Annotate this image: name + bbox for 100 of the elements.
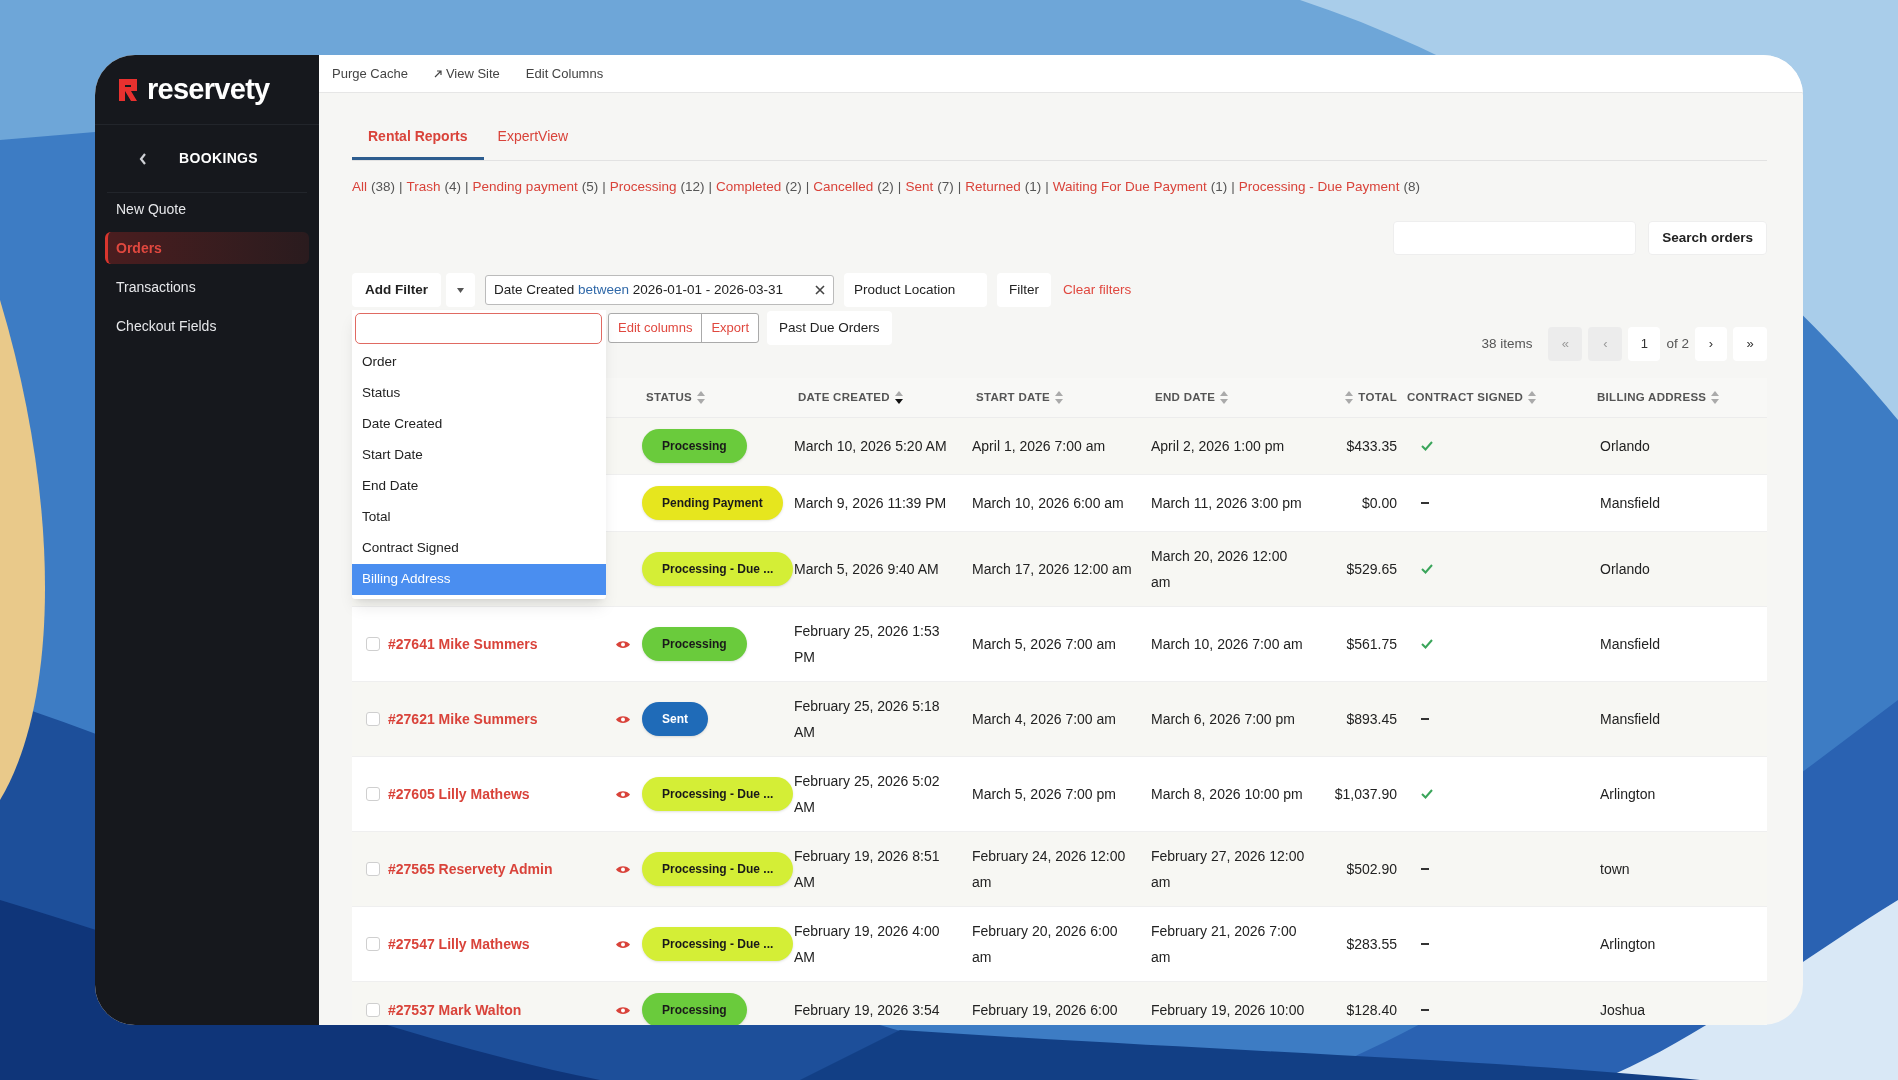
status-filter-link[interactable]: All xyxy=(352,179,367,194)
status-badge: Processing xyxy=(642,429,747,463)
table-cell: February 27, 2026 12:00 am xyxy=(1151,848,1305,890)
last-page-button[interactable]: » xyxy=(1733,327,1767,361)
table-cell: Mansfield xyxy=(1600,636,1660,652)
dropdown-item[interactable]: Start Date xyxy=(352,440,606,471)
table-cell: Arlington xyxy=(1600,936,1656,952)
status-badge: Processing xyxy=(642,993,747,1025)
page-number-field[interactable]: 1 xyxy=(1628,327,1661,361)
dropdown-item[interactable]: Total xyxy=(352,502,606,533)
page-total: of 2 xyxy=(1666,334,1689,353)
eye-icon[interactable] xyxy=(615,639,630,649)
status-count: (4) xyxy=(444,179,462,194)
eye-icon[interactable] xyxy=(615,939,630,949)
row-checkbox[interactable] xyxy=(366,712,380,726)
dropdown-toggle[interactable] xyxy=(446,273,475,307)
table-cell: $0.00 xyxy=(1361,495,1397,511)
table-cell: February 19, 2026 8:51 AM xyxy=(794,848,940,890)
order-link[interactable]: #27605 Lilly Mathews xyxy=(388,781,530,807)
table-cell: February 21, 2026 7:00 am xyxy=(1151,923,1297,965)
table-cell: February 25, 2026 5:18 AM xyxy=(794,698,940,740)
status-filter-link[interactable]: Completed xyxy=(716,179,782,194)
status-filter-link[interactable]: Returned xyxy=(965,179,1021,194)
order-link[interactable]: #27537 Mark Walton xyxy=(388,997,522,1023)
tab[interactable]: ExpertView xyxy=(495,115,571,160)
status-badge: Processing - Due ... xyxy=(642,552,794,586)
clear-filters-link[interactable]: Clear filters xyxy=(1063,279,1132,301)
sidebar-item[interactable]: Orders xyxy=(105,232,309,264)
dropdown-item[interactable]: Order xyxy=(352,347,606,378)
next-page-button[interactable]: › xyxy=(1695,327,1727,361)
dropdown-item[interactable]: Date Created xyxy=(352,409,606,440)
eye-icon[interactable] xyxy=(615,1005,630,1015)
close-icon[interactable] xyxy=(815,285,825,295)
table-cell: Arlington xyxy=(1600,786,1656,802)
search-button[interactable]: Search orders xyxy=(1648,221,1767,255)
table-cell: March 11, 2026 3:00 pm xyxy=(1151,495,1302,511)
separator: | xyxy=(399,179,403,194)
table-cell: $502.90 xyxy=(1346,861,1397,877)
action-button[interactable]: Past Due Orders xyxy=(767,311,892,345)
status-filter-link[interactable]: Sent xyxy=(905,179,934,194)
tab[interactable]: Rental Reports xyxy=(352,115,484,160)
table-cell: February 25, 2026 5:02 AM xyxy=(794,773,940,815)
row-checkbox[interactable] xyxy=(366,862,380,876)
sidebar-item[interactable]: Checkout Fields xyxy=(105,310,309,342)
column-header[interactable]: DATE CREATED xyxy=(798,388,890,407)
row-checkbox[interactable] xyxy=(366,637,380,651)
eye-icon[interactable] xyxy=(615,789,630,799)
toolbar-link[interactable]: View Site xyxy=(433,63,500,84)
status-count: (5) xyxy=(581,179,599,194)
status-filter-link[interactable]: Trash xyxy=(406,179,441,194)
table-cell: March 9, 2026 11:39 PM xyxy=(794,495,947,511)
column-header[interactable]: STATUS xyxy=(646,388,693,407)
back-icon[interactable] xyxy=(139,152,147,165)
status-filter-link[interactable]: Pending payment xyxy=(472,179,578,194)
column-header[interactable]: BILLING ADDRESS xyxy=(1597,388,1707,407)
column-header[interactable]: END DATE xyxy=(1155,388,1216,407)
sidebar-item[interactable]: New Quote xyxy=(105,193,309,225)
order-link[interactable]: #27621 Mike Summers xyxy=(388,706,538,732)
action-button[interactable]: Export xyxy=(701,314,758,342)
row-checkbox[interactable] xyxy=(366,1003,380,1017)
dropdown-item[interactable]: End Date xyxy=(352,471,606,502)
status-count: (2) xyxy=(785,179,802,194)
row-checkbox[interactable] xyxy=(366,787,380,801)
column-header[interactable]: CONTRACT SIGNED xyxy=(1407,388,1524,407)
order-link[interactable]: #27547 Lilly Mathews xyxy=(388,931,530,957)
toolbar-link[interactable]: Edit Columns xyxy=(525,63,604,84)
column-header[interactable]: TOTAL xyxy=(1358,388,1397,407)
dropdown-search-field[interactable] xyxy=(355,313,602,344)
table-cell: February 19, 2026 4:00 AM xyxy=(794,923,940,965)
filter-button[interactable]: Filter xyxy=(997,273,1051,307)
status-badge: Processing - Due ... xyxy=(642,852,794,886)
table-cell: $1,037.90 xyxy=(1334,786,1397,802)
order-link[interactable]: #27565 Reservety Admin xyxy=(388,856,553,882)
table-cell: $529.65 xyxy=(1346,561,1397,577)
table-cell: February 19, 2026 10:00 xyxy=(1151,1002,1305,1018)
row-checkbox[interactable] xyxy=(366,937,380,951)
toolbar-link[interactable]: Purge Cache xyxy=(332,63,408,84)
status-filter-link[interactable]: Processing - Due Payment xyxy=(1238,179,1400,194)
add-filter-button[interactable]: Add Filter xyxy=(352,273,441,307)
location-select[interactable]: Product Location xyxy=(844,273,987,307)
sidebar-item[interactable]: Transactions xyxy=(105,271,309,303)
dropdown-item[interactable]: Status xyxy=(352,378,606,409)
table-cell: $128.40 xyxy=(1346,1002,1397,1018)
eye-icon[interactable] xyxy=(615,714,630,724)
table-cell: March 5, 2026 7:00 am xyxy=(972,636,1116,652)
separator: | xyxy=(708,179,712,194)
status-filter-link[interactable]: Cancelled xyxy=(813,179,874,194)
sort-icon[interactable] xyxy=(894,391,903,404)
filter-chip[interactable]: Date Created between 2026-01-01 - 2026-03-31 xyxy=(485,275,834,305)
column-header[interactable]: START DATE xyxy=(976,388,1050,407)
table-cell: February 19, 2026 3:54 xyxy=(794,1002,940,1018)
dropdown-item[interactable]: Contract Signed xyxy=(352,533,606,564)
status-filter-link[interactable]: Waiting For Due Payment xyxy=(1052,179,1207,194)
order-link[interactable]: #27641 Mike Summers xyxy=(388,631,538,657)
table-cell: Orlando xyxy=(1600,561,1650,577)
status-filter-link[interactable]: Processing xyxy=(609,179,677,194)
table-cell: $433.35 xyxy=(1346,438,1397,454)
table-cell: February 25, 2026 1:53 PM xyxy=(794,623,940,665)
action-button[interactable]: Edit columns xyxy=(609,314,702,342)
eye-icon[interactable] xyxy=(615,864,630,874)
